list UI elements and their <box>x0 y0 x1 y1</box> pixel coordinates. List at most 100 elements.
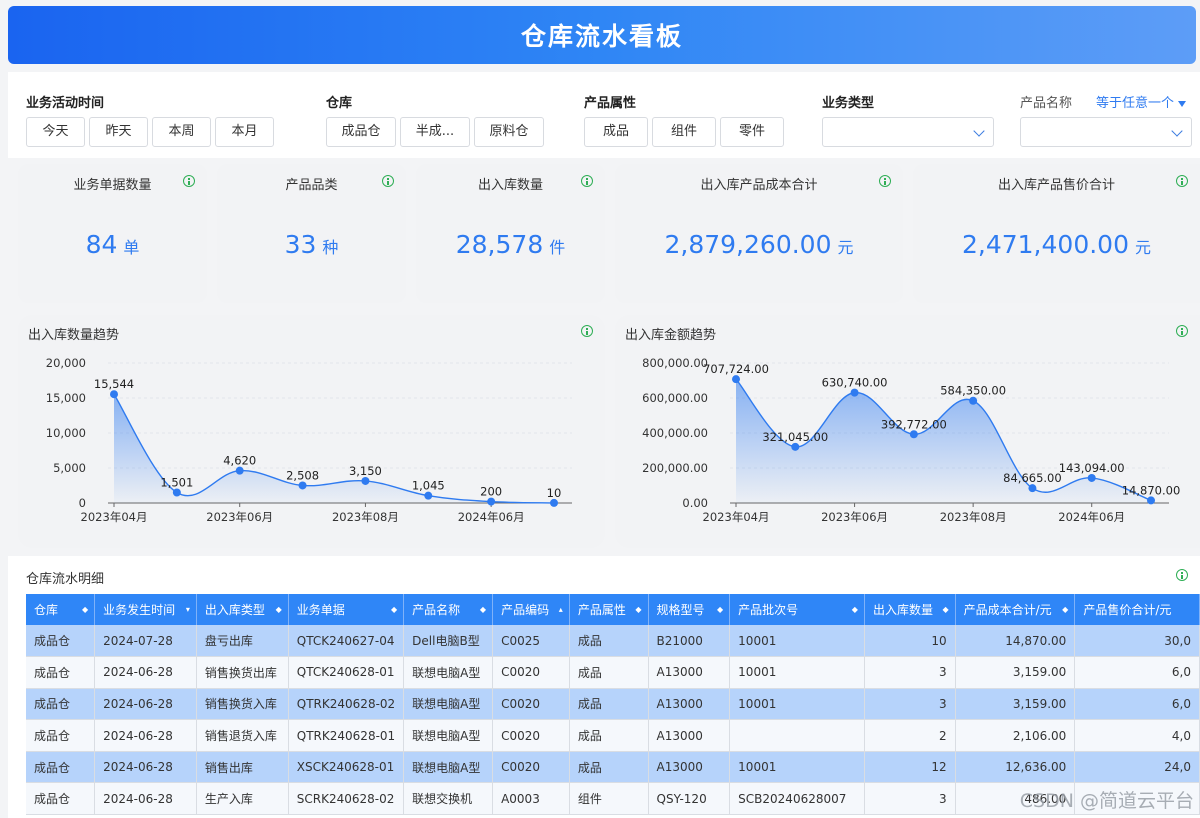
x-tick-label: 2023年08月 <box>332 510 399 524</box>
info-icon[interactable] <box>183 175 195 187</box>
y-tick-label: 200,000.00 <box>642 461 708 475</box>
filter-component-button[interactable]: 组件 <box>652 117 716 147</box>
data-point <box>732 375 740 384</box>
column-header[interactable]: 业务发生时间 ▾ <box>94 594 197 625</box>
dashboard-header: 仓库流水看板 <box>8 6 1196 64</box>
kpi-card-categories: 产品品类 33 种 <box>217 164 406 303</box>
filter-this-week-button[interactable]: 本周 <box>152 117 211 147</box>
column-header[interactable]: 产品售价合计/元 <box>1074 594 1200 625</box>
column-header-label: 产品成本合计/元 <box>963 603 1052 617</box>
kpi-label: 产品品类 <box>285 178 338 193</box>
column-header[interactable]: 出入库数量 ◆ <box>864 594 956 625</box>
sort-icon[interactable]: ◆ <box>942 605 948 614</box>
table-cell: 6,0 <box>1074 656 1200 689</box>
data-point <box>298 481 307 490</box>
info-icon[interactable] <box>1176 569 1188 581</box>
filter-business-type: 业务类型 <box>822 92 994 147</box>
table-cell: A0003 <box>492 782 570 816</box>
data-label: 1,501 <box>160 475 193 489</box>
column-header[interactable]: 产品批次号 ◆ <box>729 594 865 625</box>
table-cell: 盘亏出库 <box>196 625 289 658</box>
filter-activity-time: 业务活动时间 今天 昨天 本周 本月 <box>26 92 274 147</box>
table-cell: 销售换货入库 <box>196 688 289 721</box>
data-point <box>424 491 433 500</box>
info-icon[interactable] <box>1176 175 1188 187</box>
sort-icon[interactable]: ◆ <box>391 605 397 614</box>
table-cell: C0020 <box>492 751 570 784</box>
y-tick-label: 20,000 <box>46 356 86 370</box>
table-cell: A13000 <box>648 688 731 721</box>
column-header[interactable]: 产品成本合计/元 ◆ <box>955 594 1076 625</box>
table-row[interactable]: 成品仓 2024-06-28 销售出库 XSCK240628-01 联想电脑A型 C002… <box>26 751 1200 784</box>
sort-icon[interactable]: ◆ <box>717 605 723 614</box>
column-header[interactable]: 出入库类型 ◆ <box>196 594 289 625</box>
business-type-select[interactable] <box>822 117 994 147</box>
sort-icon[interactable]: ◆ <box>276 605 282 614</box>
table-cell: Dell电脑B型 <box>403 625 494 658</box>
column-header-label: 规格型号 <box>656 603 705 617</box>
filter-warehouse: 仓库 成品仓 半成... 原料仓 <box>326 92 544 147</box>
filter-part-button[interactable]: 零件 <box>720 117 784 147</box>
x-tick-label: 2024年06月 <box>1058 510 1125 524</box>
column-header[interactable]: 仓库 ◆ <box>26 594 96 625</box>
filter-finished-warehouse-button[interactable]: 成品仓 <box>326 117 396 147</box>
table-cell: 联想电脑A型 <box>403 751 494 784</box>
y-tick-label: 800,000.00 <box>642 356 708 370</box>
filter-finished-product-button[interactable]: 成品 <box>584 117 648 147</box>
sort-icon[interactable]: ◆ <box>82 605 88 614</box>
sort-icon[interactable]: ▾ <box>186 605 190 614</box>
sort-icon[interactable]: ◆ <box>1062 605 1068 614</box>
column-header[interactable]: 产品属性 ◆ <box>569 594 649 625</box>
info-icon[interactable] <box>382 175 394 187</box>
sort-icon[interactable]: ◆ <box>635 605 641 614</box>
data-point <box>909 430 918 439</box>
y-tick-label: 0 <box>79 496 86 510</box>
table-row[interactable]: 成品仓 2024-06-28 销售换货出库 QTCK240628-01 联想电脑A型 C0… <box>26 656 1200 689</box>
column-header[interactable]: 产品名称 ◆ <box>403 594 494 625</box>
filter-yesterday-button[interactable]: 昨天 <box>89 117 148 147</box>
y-tick-label: 400,000.00 <box>642 426 708 440</box>
table-cell: 6,0 <box>1074 688 1200 721</box>
watermark: CSDN @简道云平台 <box>1019 790 1194 812</box>
table-row[interactable]: 成品仓 2024-06-28 销售换货入库 QTRK240628-02 联想电脑A型 C0… <box>26 688 1200 721</box>
detail-table: 仓库 ◆ 业务发生时间 ▾ 出入库类型 ◆ 业务单据 ◆ 产品名称 ◆ 产品编码 ▴ 产品属性 ◆ 规格型号… <box>26 594 1200 816</box>
kpi-value: 2,471,400.00 <box>961 230 1129 259</box>
filter-semi-warehouse-button[interactable]: 半成... <box>400 117 470 147</box>
info-icon[interactable] <box>879 175 891 187</box>
table-cell: 2024-07-28 <box>94 625 197 658</box>
table-cell: A13000 <box>648 719 731 752</box>
data-label: 84,665.00 <box>1003 471 1062 485</box>
filter-this-month-button[interactable]: 本月 <box>215 117 274 147</box>
data-point <box>1147 496 1155 505</box>
table-cell: 2 <box>864 719 956 752</box>
data-point <box>487 497 496 506</box>
column-header-label: 产品售价合计/元 <box>1083 603 1172 617</box>
column-header[interactable]: 产品编码 ▴ <box>492 594 570 625</box>
table-cell: 成品 <box>569 719 649 752</box>
info-icon[interactable] <box>581 175 593 187</box>
kpi-label: 出入库产品成本合计 <box>700 178 818 193</box>
sort-icon[interactable]: ◆ <box>480 605 486 614</box>
table-cell: 3 <box>864 688 956 721</box>
kpi-card-cost-total: 出入库产品成本合计 2,879,260.00 元 <box>615 164 903 303</box>
data-point <box>791 442 800 451</box>
table-cell: 成品仓 <box>26 782 96 816</box>
table-row[interactable]: 成品仓 2024-07-28 盘亏出库 QTCK240627-04 Dell电脑B型 C0… <box>26 625 1200 658</box>
table-cell: 10001 <box>729 625 865 658</box>
table-cell: C0020 <box>492 688 570 721</box>
table-title: 仓库流水明细 <box>26 572 105 587</box>
kpi-card-quantity: 出入库数量 28,578 件 <box>416 164 605 303</box>
sort-icon[interactable]: ▴ <box>559 605 563 614</box>
filter-today-button[interactable]: 今天 <box>26 117 85 147</box>
filter-raw-warehouse-button[interactable]: 原料仓 <box>474 117 544 147</box>
y-tick-label: 0.00 <box>682 496 708 510</box>
filter-label: 仓库 <box>326 96 353 111</box>
sort-icon[interactable]: ◆ <box>852 605 858 614</box>
product-name-operator-dropdown[interactable]: 等于任意一个 <box>1096 92 1187 111</box>
column-header[interactable]: 规格型号 ◆ <box>648 594 731 625</box>
table-cell <box>729 719 865 752</box>
product-name-select[interactable] <box>1020 117 1192 147</box>
column-header[interactable]: 业务单据 ◆ <box>288 594 405 625</box>
kpi-label: 出入库数量 <box>477 178 543 193</box>
table-row[interactable]: 成品仓 2024-06-28 销售退货入库 QTRK240628-01 联想电脑A型 C0… <box>26 719 1200 752</box>
